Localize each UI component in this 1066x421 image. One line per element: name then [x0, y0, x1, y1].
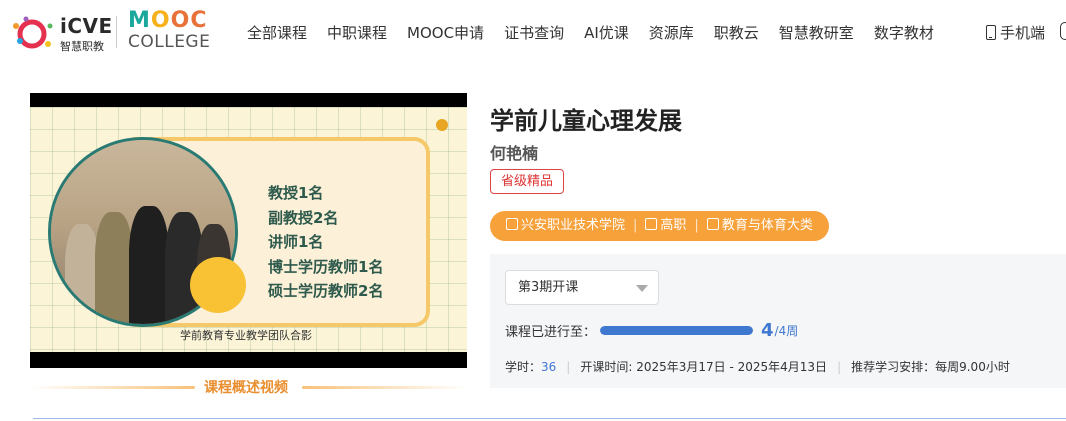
term-select-value: 第3期开课 [518, 280, 579, 295]
term-select[interactable]: 第3期开课 [505, 270, 659, 305]
team-summary-line: 讲师1名 [268, 233, 324, 251]
mobile-app-label: 手机端 [1000, 24, 1046, 42]
meta-separator: | [694, 218, 699, 233]
progress-current-week: 4 [761, 320, 774, 341]
nav-item-all-courses[interactable]: 全部课程 [247, 22, 307, 43]
nav-item-secondary-courses[interactable]: 中职课程 [327, 22, 387, 43]
mooc-logo-text: MOOC [128, 8, 208, 33]
team-summary: 教授1名 副教授2名 讲师1名 博士学历教师1名 硕士学历教师2名 [268, 181, 383, 304]
section-divider [33, 418, 1066, 419]
team-summary-line: 博士学历教师1名 [268, 257, 384, 276]
hours-value: 36 [541, 359, 557, 374]
nav-item-mooc-apply[interactable]: MOOC申请 [407, 22, 484, 43]
teacher-name[interactable]: 何艳楠 [490, 140, 538, 164]
stat-separator: | [837, 359, 842, 374]
chevron-down-icon [636, 285, 648, 292]
progress-label: 课程已进行至： [505, 325, 597, 340]
icve-logo[interactable]: iCVE 智慧职教 [10, 12, 113, 53]
photo-person [95, 212, 133, 324]
team-summary-line: 副教授2名 [268, 208, 339, 227]
divider-line [302, 386, 467, 389]
progress-total-weeks: /4周 [774, 324, 799, 338]
hours-label: 学时： [505, 360, 542, 374]
schedule-dates: 开课时间: 2025年3月17日 - 2025年4月13日 [580, 360, 828, 374]
quality-badge: 省级精品 [490, 169, 565, 194]
category-item: 教育与体育大类 [706, 211, 813, 241]
user-menu-icon[interactable] [1060, 22, 1066, 40]
icve-logo-mark-icon [13, 16, 53, 49]
progress-bar [600, 326, 754, 335]
logo-divider [116, 16, 117, 48]
top-header: iCVE 智慧职教 MOOC COLLEGE 全部课程 中职课程 MOOC申请 … [0, 0, 1066, 68]
mooc-college-logo[interactable]: MOOC COLLEGE [128, 8, 224, 54]
nav-item-vocational-cloud[interactable]: 职教云 [714, 22, 759, 43]
nav-item-resource-library[interactable]: 资源库 [649, 22, 694, 43]
course-stats: 学时： 36 | 开课时间: 2025年3月17日 - 2025年4月13日 |… [505, 358, 1010, 375]
team-summary-line: 硕士学历教师2名 [268, 282, 384, 300]
nav-item-ai-courses[interactable]: AI优课 [584, 22, 629, 43]
icve-logo-subtitle: 智慧职教 [60, 40, 104, 53]
session-info-panel: 第3期开课 课程已进行至： 4 /4周 学时： 36 | 开课时间: 2025年… [490, 254, 1066, 388]
video-frame: 教授1名 副教授2名 讲师1名 博士学历教师1名 硕士学历教师2名 学前教育专业… [30, 107, 467, 352]
stat-separator: | [566, 359, 571, 374]
photo-person [65, 224, 99, 324]
yellow-circle-decoration [190, 257, 246, 313]
nav-item-digital-textbooks[interactable]: 数字教材 [874, 22, 934, 43]
nav-item-certificate-query[interactable]: 证书查询 [504, 22, 564, 43]
divider-line [30, 386, 195, 389]
course-header-card: 教授1名 副教授2名 讲师1名 博士学历教师1名 硕士学历教师2名 学前教育专业… [0, 68, 1066, 421]
category-icon [706, 218, 719, 230]
video-caption: 学前教育专业教学团队合影 [180, 329, 312, 342]
level-item: 高职 [645, 211, 686, 241]
video-label-row: 课程概述视频 [30, 377, 467, 397]
nav-item-smart-research[interactable]: 智慧教研室 [779, 22, 854, 43]
mobile-app-link[interactable]: 手机端 [986, 22, 1045, 43]
college-logo-text: COLLEGE [128, 32, 211, 52]
phone-icon [986, 25, 996, 40]
layers-icon [645, 218, 658, 230]
team-summary-line: 教授1名 [268, 184, 324, 202]
course-meta-bar: 兴安职业技术学院 | 高职 | 教育与体育大类 [490, 211, 829, 241]
school-icon [506, 218, 518, 230]
course-intro-video[interactable]: 教授1名 副教授2名 讲师1名 博士学历教师1名 硕士学历教师2名 学前教育专业… [30, 93, 467, 368]
video-label: 课程概述视频 [204, 380, 288, 396]
main-nav: 全部课程 中职课程 MOOC申请 证书查询 AI优课 资源库 职教云 智慧教研室… [247, 22, 954, 43]
meta-separator: | [633, 218, 638, 233]
progress-bar-fill [600, 326, 754, 335]
sun-decoration-icon [436, 119, 448, 131]
photo-person [129, 206, 169, 324]
course-progress: 课程已进行至： 4 /4周 [505, 320, 798, 341]
school-item[interactable]: 兴安职业技术学院 [506, 211, 625, 241]
recommended-schedule: 推荐学习安排：每周9.00小时 [851, 360, 1010, 374]
icve-logo-text: iCVE [60, 14, 113, 38]
course-title: 学前儿童心理发展 [490, 107, 682, 135]
